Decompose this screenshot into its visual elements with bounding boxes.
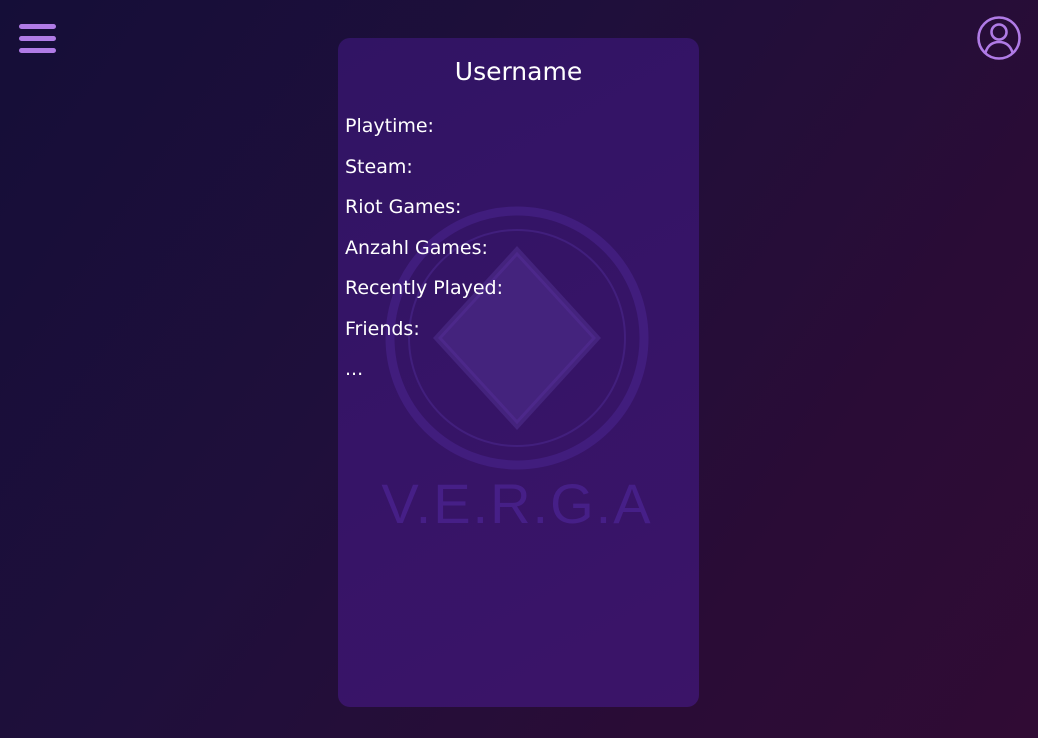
recently-played-label: Recently Played: (345, 277, 504, 299)
username-heading: Username (454, 57, 583, 86)
playtime-label: Playtime: (345, 115, 434, 137)
friends-label: Friends: (345, 317, 420, 340)
profile-info-list: Playtime: Steam: Riot Games: Anzahl Game… (345, 113, 503, 397)
menu-button[interactable] (18, 22, 58, 56)
more-ellipsis: ... (345, 358, 364, 380)
profile-card: V.E.R.G.A Username Playtime: Steam: Riot… (338, 38, 699, 707)
user-circle-icon (977, 16, 1021, 60)
riot-games-label: Riot Games: (345, 196, 462, 218)
watermark-text: V.E.R.G.A (381, 472, 652, 535)
game-count-label: Anzahl Games: (345, 236, 488, 259)
profile-button[interactable] (976, 15, 1022, 61)
steam-label: Steam: (345, 155, 413, 178)
